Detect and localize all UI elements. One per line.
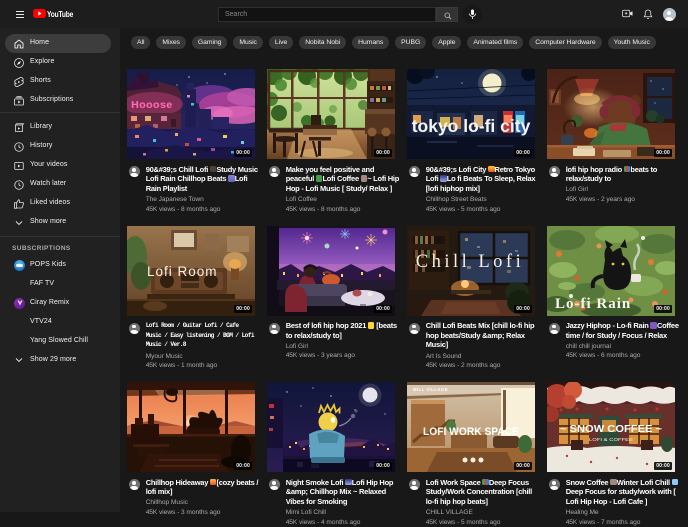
svg-text:Lofi Room: Lofi Room	[147, 264, 218, 279]
svg-text:~ SNOW COFFEE ~: ~ SNOW COFFEE ~	[560, 424, 662, 435]
svg-text:tokyo lo-fi city: tokyo lo-fi city	[412, 116, 531, 136]
svg-text:Chill Lofi: Chill Lofi	[416, 252, 525, 272]
svg-text:LOFI WORK SPACE: LOFI WORK SPACE	[423, 426, 519, 438]
svg-text:LOFI & COFFEE: LOFI & COFFEE	[589, 437, 633, 442]
svg-text:MILL VILLAGE: MILL VILLAGE	[413, 387, 448, 392]
svg-text:Lo-fi Rain: Lo-fi Rain	[555, 296, 631, 312]
